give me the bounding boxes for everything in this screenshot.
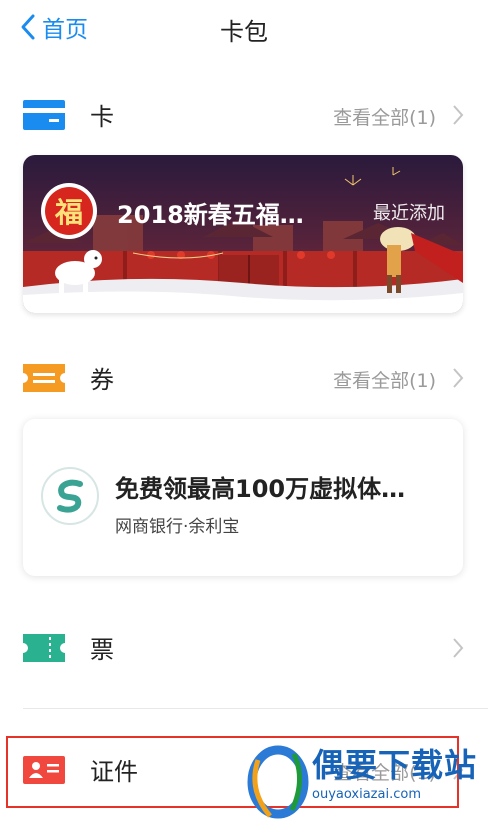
- watermark-logo-icon: [247, 745, 309, 819]
- card-item-wufu[interactable]: 福 2018新春五福… 最近添加: [23, 155, 463, 313]
- section-cards-header[interactable]: 卡 查看全部(1): [0, 91, 488, 139]
- coupon-issuer: 网商银行·余利宝: [115, 517, 240, 537]
- cards-view-all-link[interactable]: 查看全部(1): [333, 103, 436, 130]
- recently-added-badge: 最近添加: [373, 203, 445, 224]
- ticket-icon: [23, 634, 65, 662]
- watermark-url: ouyaoxiazai.com: [312, 787, 421, 802]
- card-icon: [23, 100, 65, 130]
- fu-badge: 福: [41, 183, 97, 239]
- fu-character: 福: [45, 187, 93, 235]
- section-tickets-label: 票: [90, 636, 114, 664]
- coupon-title: 免费领最高100万虚拟体…: [115, 475, 406, 503]
- section-divider: [23, 708, 488, 709]
- page-title: 卡包: [220, 18, 268, 46]
- section-coupons-label: 券: [90, 366, 114, 394]
- coupon-icon: [23, 364, 65, 392]
- section-tickets-header[interactable]: 票: [0, 624, 488, 672]
- card-title: 2018新春五福…: [117, 201, 304, 229]
- nav-bar: 首页 卡包: [0, 0, 488, 56]
- chevron-right-icon: [453, 368, 464, 388]
- section-coupons-header[interactable]: 券 查看全部(1): [0, 354, 488, 402]
- watermark-text: 偶要下载站: [312, 746, 478, 784]
- coupons-view-all-link[interactable]: 查看全部(1): [333, 366, 436, 393]
- section-cards-label: 卡: [90, 103, 114, 131]
- yulibao-logo-icon: [41, 467, 99, 525]
- coupon-item-yulibao[interactable]: 免费领最高100万虚拟体… 网商银行·余利宝: [23, 419, 463, 576]
- chevron-right-icon: [453, 638, 464, 658]
- new-year-banner-illustration: [23, 155, 463, 313]
- chevron-right-icon: [453, 105, 464, 125]
- watermark: 偶要下载站 ouyaoxiazai.com: [240, 730, 488, 831]
